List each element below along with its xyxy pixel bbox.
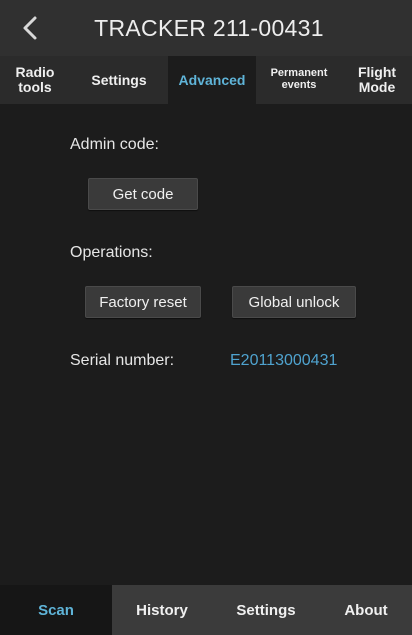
serial-number-label: Serial number: <box>70 352 175 369</box>
admin-code-label: Admin code: <box>70 136 159 153</box>
chevron-left-icon <box>23 16 37 40</box>
bottom-nav: Scan History Settings About <box>0 585 412 635</box>
nav-history[interactable]: History <box>112 585 212 635</box>
tab-radio-tools[interactable]: Radio tools <box>0 56 70 104</box>
tab-label-line1: Flight <box>357 64 397 81</box>
tab-label-line2: Mode <box>358 79 396 95</box>
tab-label-line2: tools <box>18 79 52 95</box>
tab-label-line2: events <box>281 79 317 91</box>
back-button[interactable] <box>12 10 48 46</box>
tab-flight-mode[interactable]: Flight Mode <box>342 56 412 104</box>
tab-settings[interactable]: Settings <box>70 56 168 104</box>
get-code-button[interactable]: Get code <box>88 178 198 210</box>
page-title: TRACKER 211-00431 <box>94 14 324 41</box>
serial-number-value: E20113000431 <box>230 352 338 369</box>
tab-permanent-events[interactable]: Permanent events <box>256 56 342 104</box>
global-unlock-button[interactable]: Global unlock <box>232 286 356 318</box>
operations-label: Operations: <box>70 244 153 261</box>
nav-scan[interactable]: Scan <box>0 585 112 635</box>
tab-label-line1: Radio <box>15 64 55 81</box>
tab-label: Advanced <box>178 71 246 88</box>
advanced-panel: Admin code: Get code Operations: Factory… <box>0 104 412 585</box>
tab-label: Settings <box>91 71 147 88</box>
nav-settings[interactable]: Settings <box>212 585 320 635</box>
tab-advanced[interactable]: Advanced <box>168 56 256 104</box>
factory-reset-button[interactable]: Factory reset <box>85 286 201 318</box>
top-tab-bar: Radio tools Settings Advanced Permanent … <box>0 56 412 104</box>
nav-about[interactable]: About <box>320 585 412 635</box>
app-header: TRACKER 211-00431 <box>0 0 412 56</box>
